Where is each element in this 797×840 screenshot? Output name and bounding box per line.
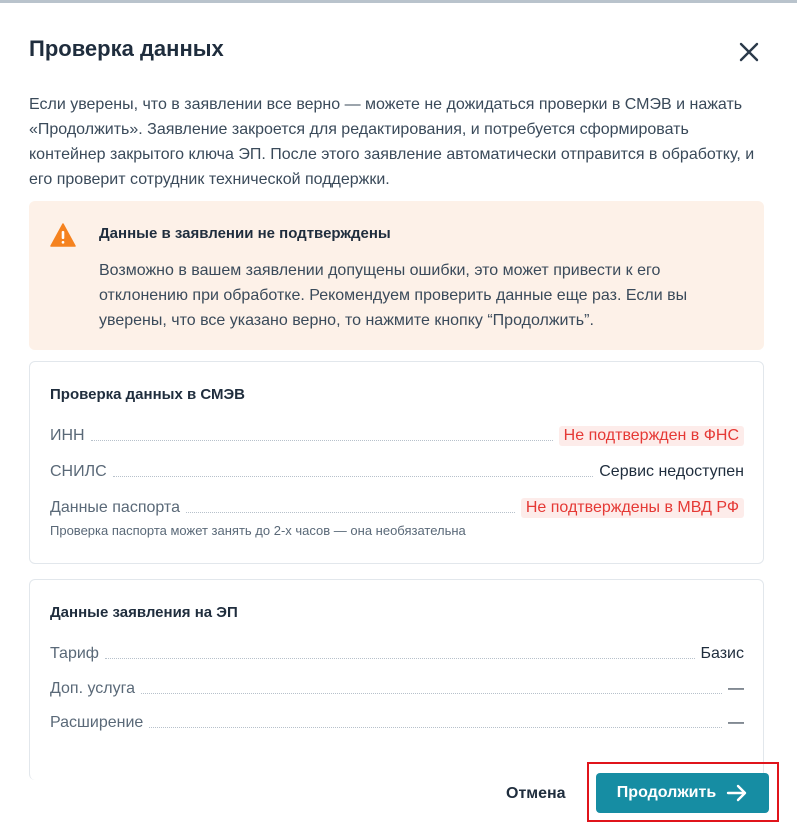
dotted-leader <box>112 475 594 477</box>
row-value: — <box>728 714 744 731</box>
warning-title: Данные в заявлении не подтверждены <box>99 225 391 242</box>
top-edge <box>0 0 797 3</box>
row-label: СНИЛС <box>50 463 107 480</box>
smev-card-title: Проверка данных в СМЭВ <box>50 386 245 403</box>
row-value: Базис <box>700 645 745 662</box>
smev-check-card: Проверка данных в СМЭВ ИНН Не подтвержде… <box>29 361 764 564</box>
status-badge: Не подтверждены в МВД РФ <box>520 498 744 518</box>
extension-row: Расширение — <box>50 711 744 735</box>
row-label: Данные паспорта <box>50 499 180 516</box>
application-card-title: Данные заявления на ЭП <box>50 604 238 621</box>
dotted-leader <box>149 726 722 728</box>
row-label: Расширение <box>50 714 144 731</box>
cancel-button[interactable]: Отмена <box>506 785 566 803</box>
passport-row: Данные паспорта Не подтверждены в МВД РФ <box>50 496 744 520</box>
row-value: — <box>728 680 744 697</box>
arrow-right-icon <box>726 784 747 802</box>
dotted-leader <box>185 511 515 513</box>
warning-text: Возможно в вашем заявлении допущены ошиб… <box>99 262 688 329</box>
status-value: Сервис недоступен <box>599 463 744 480</box>
tariff-row: Тариф Базис <box>50 642 744 666</box>
continue-button[interactable]: Продолжить <box>596 773 769 813</box>
passport-check-note: Проверка паспорта может занять до 2-х ча… <box>50 523 466 538</box>
dotted-leader <box>104 657 695 659</box>
row-label: Доп. услуга <box>50 680 136 697</box>
row-label: Тариф <box>50 645 99 662</box>
application-data-card: Данные заявления на ЭП Тариф Базис Доп. … <box>29 579 764 780</box>
inn-row: ИНН Не подтвержден в ФНС <box>50 424 744 448</box>
row-label: ИНН <box>50 427 85 444</box>
status-badge: Не подтвержден в ФНС <box>558 426 744 446</box>
extra-service-row: Доп. услуга — <box>50 677 744 701</box>
warning-banner: Данные в заявлении не подтверждены Возмо… <box>29 201 764 350</box>
dialog-intro-text: Если уверены, что в заявлении все верно … <box>29 96 755 188</box>
warning-triangle-icon <box>50 223 76 247</box>
dialog-title: Проверка данных <box>29 36 224 61</box>
dotted-leader <box>90 439 553 441</box>
dotted-leader <box>141 692 722 694</box>
close-icon[interactable] <box>735 38 763 66</box>
continue-label: Продолжить <box>616 784 717 801</box>
snils-row: СНИЛС Сервис недоступен <box>50 460 744 484</box>
